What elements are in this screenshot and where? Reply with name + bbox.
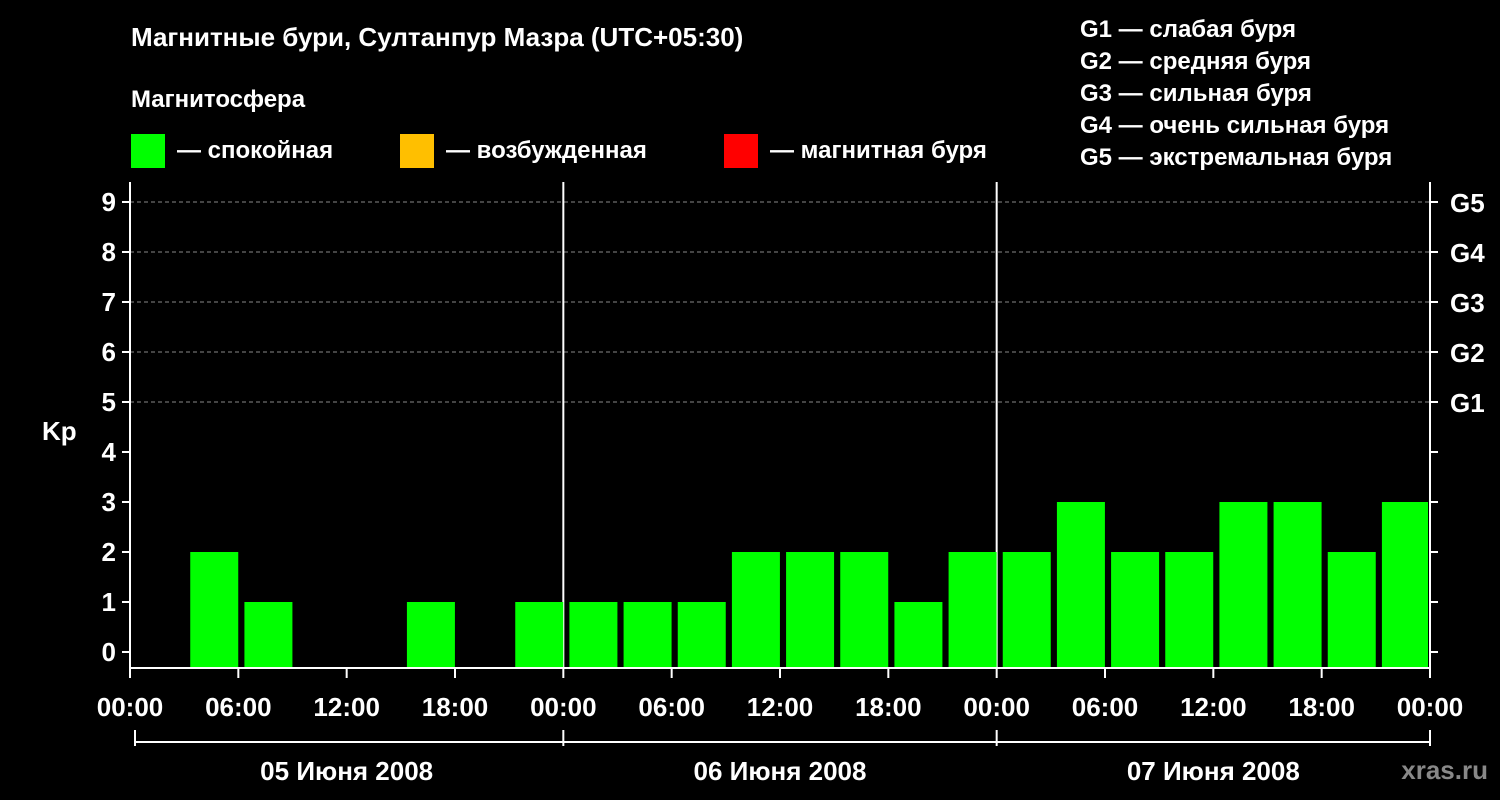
g-level-label: G4	[1450, 238, 1485, 268]
g-scale-item: G5 — экстремальная буря	[1080, 144, 1393, 171]
kp-bar	[1273, 502, 1322, 668]
y-tick-label: 3	[102, 487, 116, 517]
y-tick-label: 2	[102, 537, 116, 567]
x-tick-label: 06:00	[205, 692, 272, 722]
g-level-label: G5	[1450, 188, 1485, 218]
x-tick-label: 18:00	[1288, 692, 1355, 722]
y-tick-label: 7	[102, 287, 116, 317]
g-level-label: G3	[1450, 288, 1485, 318]
kp-bar	[569, 602, 618, 668]
x-tick-label: 12:00	[313, 692, 380, 722]
kp-bar	[623, 602, 672, 668]
site-credit: xras.ru	[1401, 755, 1488, 785]
legend-swatch-storm	[724, 134, 758, 168]
y-tick-label: 6	[102, 337, 116, 367]
kp-bar	[731, 552, 780, 668]
y-tick-label: 4	[102, 437, 117, 467]
day-label: 07 Июня 2008	[1127, 756, 1300, 786]
x-tick-label: 12:00	[1180, 692, 1247, 722]
y-tick-label: 5	[102, 387, 116, 417]
x-tick-label: 18:00	[855, 692, 922, 722]
g-scale-item: G2 — средняя буря	[1080, 48, 1311, 75]
g-scale-item: G4 — очень сильная буря	[1080, 112, 1390, 139]
y-axis-label: Kp	[42, 416, 77, 446]
g-level-label: G2	[1450, 338, 1485, 368]
x-tick-label: 00:00	[963, 692, 1030, 722]
day-label: 06 Июня 2008	[694, 756, 867, 786]
legend-item-excited: — возбужденная	[400, 134, 647, 168]
kp-bar	[515, 602, 564, 668]
kp-bar	[1165, 552, 1214, 668]
kp-bar	[1381, 502, 1428, 668]
legend-item-calm: — спокойная	[131, 134, 333, 168]
kp-bar	[1111, 552, 1160, 668]
legend-label-calm: — спокойная	[177, 137, 334, 164]
x-tick-label: 06:00	[638, 692, 705, 722]
day-label: 05 Июня 2008	[260, 756, 433, 786]
g-level-label: G1	[1450, 388, 1485, 418]
legend-swatch-calm	[131, 134, 165, 168]
g-scale-list: G1 — слабая буря G2 — средняя буря G3 — …	[1080, 14, 1392, 174]
legend-label-excited: — возбужденная	[446, 137, 647, 164]
kp-bar	[786, 552, 835, 668]
y-tick-label: 0	[102, 637, 116, 667]
legend-subtitle: Магнитосфера	[131, 86, 306, 113]
kp-bar	[840, 552, 889, 668]
kp-bar	[1056, 502, 1105, 668]
y-tick-label: 9	[102, 187, 116, 217]
x-tick-label: 00:00	[97, 692, 164, 722]
kp-bar	[894, 602, 943, 668]
g-scale-item: G3 — сильная буря	[1080, 80, 1312, 107]
kp-bar	[190, 552, 239, 668]
legend-item-storm: — магнитная буря	[724, 134, 987, 168]
kp-bar	[1327, 552, 1376, 668]
kp-bar	[406, 602, 455, 668]
kp-bar	[677, 602, 726, 668]
kp-bar	[1219, 502, 1268, 668]
x-tick-label: 00:00	[530, 692, 597, 722]
g-scale-item: G1 — слабая буря	[1080, 16, 1297, 43]
x-tick-label: 12:00	[747, 692, 814, 722]
legend-label-storm: — магнитная буря	[770, 137, 987, 164]
x-tick-label: 06:00	[1072, 692, 1139, 722]
legend-swatch-excited	[400, 134, 434, 168]
x-tick-label: 00:00	[1397, 692, 1464, 722]
x-tick-label: 18:00	[422, 692, 489, 722]
y-tick-label: 1	[102, 587, 116, 617]
kp-bar	[1002, 552, 1051, 668]
y-tick-label: 8	[102, 237, 116, 267]
chart-title: Магнитные бури, Султанпур Мазра (UTC+05:…	[131, 22, 744, 52]
kp-bar	[948, 552, 997, 668]
kp-bar	[244, 602, 293, 668]
